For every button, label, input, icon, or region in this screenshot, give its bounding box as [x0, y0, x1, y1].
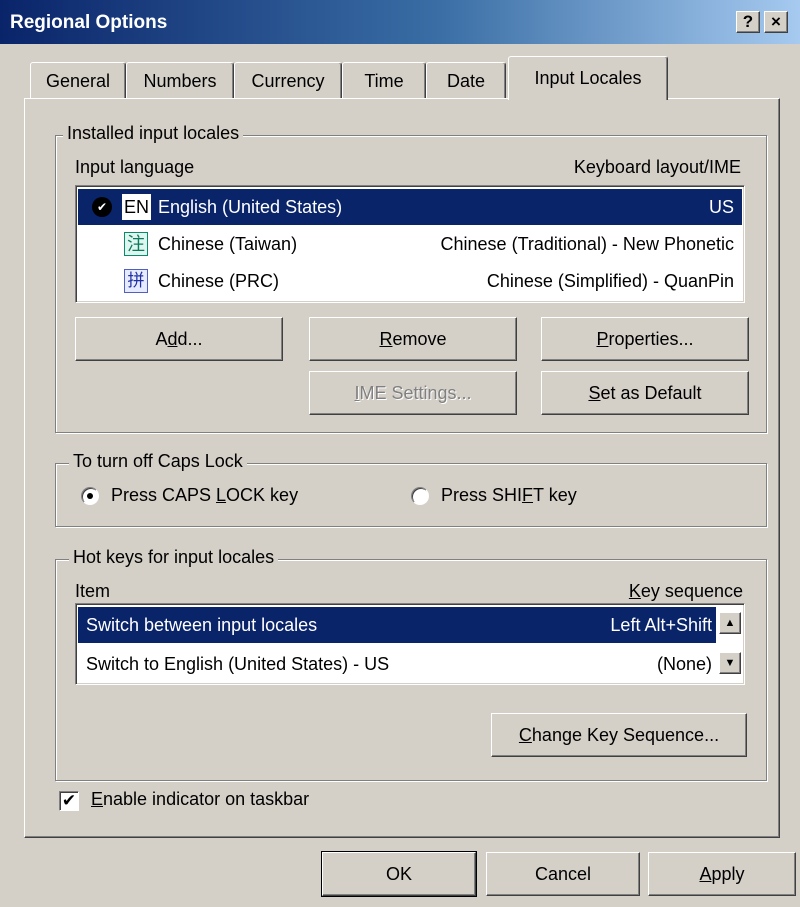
list-item[interactable]: Switch between input locales Left Alt+Sh… — [78, 607, 716, 643]
window-title: Regional Options — [10, 12, 168, 33]
list-item[interactable]: 注 Chinese (Taiwan) Chinese (Traditional)… — [78, 226, 742, 262]
en-locale-icon: EN — [122, 194, 152, 220]
tab-date[interactable]: Date — [426, 62, 506, 100]
check-icon: ✔ — [61, 791, 77, 810]
shift-key-radio[interactable] — [411, 487, 429, 505]
tab-panel: Installed input locales Input language K… — [24, 98, 780, 838]
properties-button[interactable]: Properties... — [541, 317, 749, 361]
list-item[interactable]: Switch to English (United States) - US (… — [78, 646, 716, 682]
list-item[interactable]: ✔ EN English (United States) US — [78, 189, 742, 225]
radio-dot — [87, 493, 93, 499]
scroll-down-button[interactable]: ▼ — [719, 652, 741, 674]
question-icon: ? — [742, 12, 754, 31]
phonetic-ime-icon: 注 — [124, 232, 148, 256]
cancel-button[interactable]: Cancel — [486, 852, 640, 896]
hot-keys-list[interactable]: Switch between input locales Left Alt+Sh… — [75, 603, 745, 685]
ime-settings-button[interactable]: IME Settings... — [309, 371, 517, 415]
caps-lock-radio[interactable] — [81, 487, 99, 505]
keyboard-layout-header: Keyboard layout/IME — [573, 157, 741, 177]
caps-lock-option-label: Press CAPS LOCK key — [111, 485, 299, 505]
remove-button[interactable]: Remove — [309, 317, 517, 361]
enable-indicator-label: Enable indicator on taskbar — [91, 789, 310, 809]
tab-time[interactable]: Time — [342, 62, 426, 100]
help-button[interactable]: ? — [736, 11, 760, 33]
key-sequence-header: Key sequence — [628, 581, 743, 601]
title-bar[interactable]: Regional Options ? × — [0, 0, 800, 44]
item-header: Item — [75, 581, 111, 601]
set-as-default-button[interactable]: Set as Default — [541, 371, 749, 415]
tab-numbers[interactable]: Numbers — [126, 62, 234, 100]
scroll-up-button[interactable]: ▲ — [719, 612, 741, 634]
caps-lock-legend: To turn off Caps Lock — [69, 451, 247, 472]
close-icon: × — [771, 12, 781, 31]
tab-currency[interactable]: Currency — [234, 62, 342, 100]
hot-keys-legend: Hot keys for input locales — [69, 547, 279, 568]
arrow-up-icon: ▲ — [724, 617, 736, 629]
list-item[interactable]: 拼 Chinese (PRC) Chinese (Simplified) - Q… — [78, 263, 742, 299]
change-key-sequence-button[interactable]: Change Key Sequence... — [491, 713, 747, 757]
enable-indicator-checkbox[interactable]: ✔ — [59, 791, 79, 811]
tab-general[interactable]: General — [30, 62, 126, 100]
input-language-header: Input language — [75, 157, 195, 177]
shift-key-option-label: Press SHIFT key — [441, 485, 577, 505]
apply-button[interactable]: Apply — [648, 852, 796, 896]
installed-locales-list[interactable]: ✔ EN English (United States) US 注 Chines… — [75, 185, 745, 303]
tab-input-locales[interactable]: Input Locales — [508, 56, 668, 100]
checkmark-icon: ✔ — [92, 197, 112, 217]
installed-locales-legend: Installed input locales — [63, 123, 244, 144]
arrow-down-icon: ▼ — [724, 657, 736, 669]
add-button[interactable]: Add... — [75, 317, 283, 361]
ok-button[interactable]: OK — [321, 851, 477, 897]
close-button[interactable]: × — [764, 11, 788, 33]
quanpin-ime-icon: 拼 — [124, 269, 148, 293]
